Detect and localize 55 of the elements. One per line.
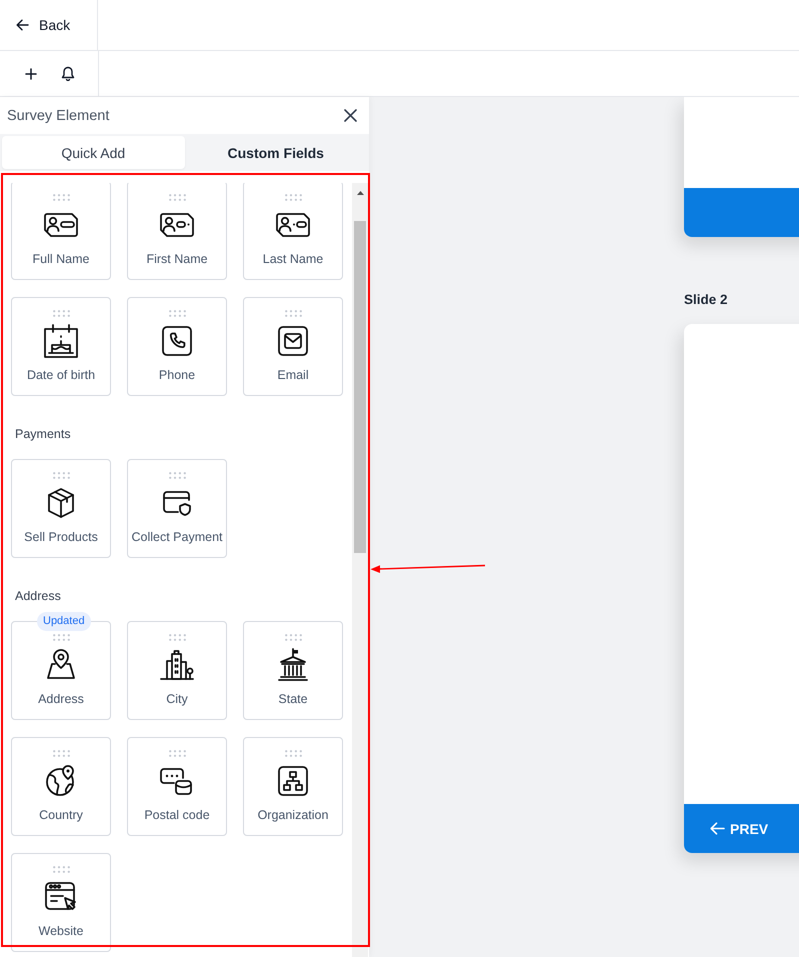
drag-handle-icon[interactable] [52, 866, 70, 873]
close-icon[interactable] [344, 109, 357, 122]
drag-handle-icon[interactable] [168, 310, 186, 317]
element-card[interactable]: Phone [127, 297, 227, 396]
element-card[interactable]: Website [11, 853, 111, 952]
element-card[interactable]: Email [243, 297, 343, 396]
id-card-icon [42, 211, 80, 239]
id-card-icon [158, 211, 196, 239]
element-card[interactable]: Last Name [243, 183, 343, 280]
envelope-icon [275, 323, 311, 359]
left-arrow-icon [710, 822, 725, 835]
drag-handle-icon[interactable] [168, 194, 186, 201]
org-chart-icon [275, 763, 311, 799]
city-buildings-icon [159, 647, 195, 683]
drag-handle-icon[interactable] [52, 194, 70, 201]
element-card[interactable]: Date of birth [11, 297, 111, 396]
scroll-up-icon[interactable] [356, 191, 364, 195]
drag-handle-icon[interactable] [284, 194, 302, 201]
prev-button[interactable]: PREV [710, 820, 768, 836]
drag-handle-icon[interactable] [284, 750, 302, 757]
scrollbar-track[interactable] [352, 183, 368, 957]
drag-handle-icon[interactable] [52, 634, 70, 641]
section-heading: Address [15, 588, 61, 604]
element-card[interactable]: Collect Payment [127, 459, 227, 558]
element-card[interactable]: City [127, 621, 227, 720]
drag-handle-icon[interactable] [168, 472, 186, 479]
plus-icon[interactable] [25, 68, 37, 80]
drag-handle-icon[interactable] [52, 750, 70, 757]
element-card[interactable]: Full Name [11, 183, 111, 280]
panel-title: Survey Element [7, 108, 110, 124]
drag-handle-icon[interactable] [168, 634, 186, 641]
scrollbar-thumb[interactable] [354, 221, 366, 553]
slide-label: Slide 2 [684, 291, 728, 309]
element-card[interactable]: State [243, 621, 343, 720]
bell-icon[interactable] [61, 66, 75, 81]
tab[interactable]: Quick Add [2, 136, 184, 169]
element-card[interactable]: Country [11, 737, 111, 836]
element-card[interactable]: Organization [243, 737, 343, 836]
element-card[interactable]: Postal code [127, 737, 227, 836]
element-card[interactable]: First Name [127, 183, 227, 280]
drag-handle-icon[interactable] [52, 472, 70, 479]
element-card[interactable]: Sell Products [11, 459, 111, 558]
back-button[interactable]: Back [10, 11, 76, 39]
birthday-calendar-icon [43, 323, 79, 359]
status-badge: Updated [37, 612, 91, 631]
drag-handle-icon[interactable] [168, 750, 186, 757]
section-heading: Payments [15, 426, 71, 442]
id-card-icon [274, 211, 312, 239]
tab[interactable]: Custom Fields [184, 136, 367, 169]
capitol-building-icon [275, 647, 311, 683]
back-arrow-icon [16, 19, 29, 31]
drag-handle-icon[interactable] [284, 634, 302, 641]
drag-handle-icon[interactable] [284, 310, 302, 317]
drag-handle-icon[interactable] [52, 310, 70, 317]
phone-icon [159, 323, 195, 359]
